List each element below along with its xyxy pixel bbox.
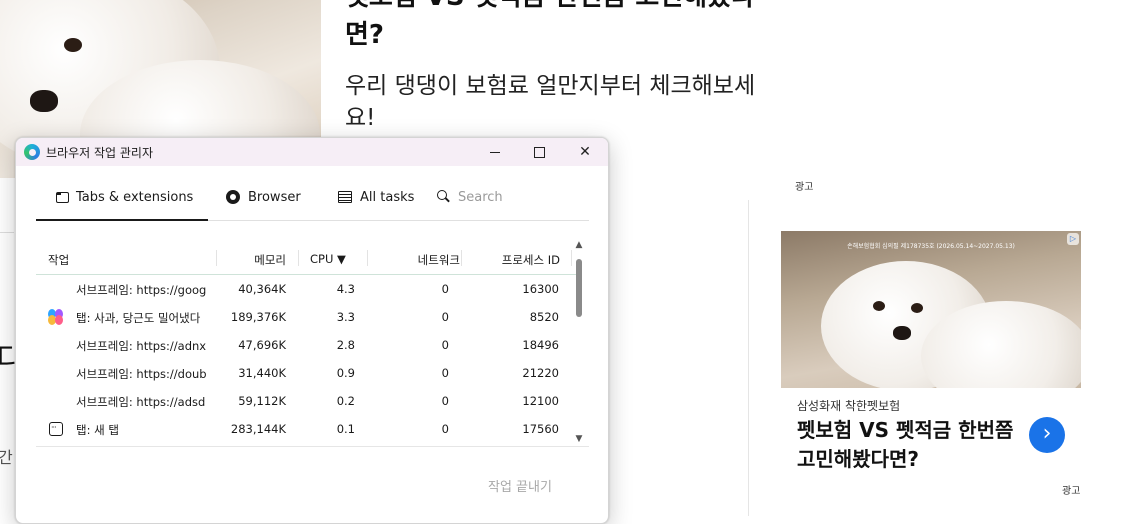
scroll-thumb[interactable] bbox=[576, 259, 582, 317]
column-pid[interactable]: 프로세스 ID bbox=[464, 252, 560, 268]
task-memory: 31,440K bbox=[238, 366, 286, 380]
table-row[interactable]: 서브프레임: https://goog 40,364K 4.3 0 16300 bbox=[36, 275, 576, 303]
minimize-button[interactable] bbox=[472, 138, 518, 166]
tab-label: All tasks bbox=[360, 190, 415, 205]
task-network: 0 bbox=[441, 422, 449, 436]
table-row[interactable]: 탭: 새 탭 283,144K 0.1 0 17560 bbox=[36, 415, 576, 443]
row-icon bbox=[48, 281, 64, 297]
tab-all-tasks[interactable]: All tasks bbox=[338, 178, 433, 220]
task-cpu: 4.3 bbox=[336, 282, 355, 296]
task-memory: 189,376K bbox=[230, 310, 286, 324]
article-subtitle[interactable]: 우리 댕댕이 보험료 얼만지부터 체크해보세요! bbox=[345, 70, 785, 134]
task-memory: 59,112K bbox=[238, 394, 286, 408]
search-placeholder: Search bbox=[458, 190, 503, 205]
title-bar[interactable]: 브라우저 작업 관리자 ✕ bbox=[16, 138, 608, 166]
task-table: 작업 메모리 CPU ▼ 네트워크 프로세스 ID 서브프레임: https:/… bbox=[36, 244, 589, 447]
ad-choices-icon[interactable]: ▷ bbox=[1067, 233, 1079, 245]
task-name: 탭: 새 탭 bbox=[76, 423, 119, 437]
column-memory[interactable]: 메모리 bbox=[216, 252, 286, 268]
ad-headline[interactable]: 펫보험 VS 펫적금 한번쯤 고민해봤다면? bbox=[797, 416, 1017, 474]
close-button[interactable]: ✕ bbox=[562, 138, 608, 166]
close-icon: ✕ bbox=[579, 144, 591, 160]
scroll-up-icon[interactable]: ▲ bbox=[573, 239, 585, 251]
edge-logo-icon bbox=[24, 144, 40, 160]
vertical-scrollbar[interactable]: ▲ ▼ bbox=[573, 239, 585, 446]
task-network: 0 bbox=[441, 282, 449, 296]
article-title[interactable]: 펫보험 VS 펫적금 한번쯤 고민해봤다면? bbox=[345, 0, 785, 54]
task-pid: 16300 bbox=[522, 282, 559, 296]
task-name: 서브프레임: https://adnx bbox=[76, 339, 206, 353]
task-network: 0 bbox=[441, 338, 449, 352]
search-icon bbox=[437, 190, 447, 200]
browser-task-manager-window: 브라우저 작업 관리자 ✕ Tabs & extensions Browser … bbox=[15, 137, 609, 524]
table-header: 작업 메모리 CPU ▼ 네트워크 프로세스 ID bbox=[36, 244, 576, 275]
scroll-down-icon[interactable]: ▼ bbox=[573, 433, 585, 445]
ad-brand[interactable]: 삼성화재 착한펫보험 bbox=[797, 397, 900, 414]
row-icon bbox=[48, 365, 64, 381]
ad-label: 광고 bbox=[795, 182, 814, 193]
column-cpu[interactable]: CPU ▼ bbox=[310, 252, 346, 266]
task-cpu: 0.2 bbox=[336, 394, 355, 408]
row-icon bbox=[48, 393, 64, 409]
maximize-icon bbox=[534, 147, 545, 158]
edge-icon bbox=[226, 190, 240, 204]
table-row[interactable]: 서브프레임: https://doub 31,440K 0.9 0 21220 bbox=[36, 359, 576, 387]
column-network[interactable]: 네트워크 bbox=[366, 252, 460, 268]
task-network: 0 bbox=[441, 366, 449, 380]
task-pid: 21220 bbox=[522, 366, 559, 380]
end-task-button[interactable]: 작업 끝내기 bbox=[488, 476, 552, 495]
search-input[interactable]: Search bbox=[436, 178, 576, 220]
divider bbox=[36, 446, 589, 447]
task-network: 0 bbox=[441, 394, 449, 408]
task-memory: 47,696K bbox=[238, 338, 286, 352]
tab-icon bbox=[56, 192, 69, 203]
tab-bar: Tabs & extensions Browser All tasks Sear… bbox=[36, 178, 589, 221]
chevron-right-icon[interactable]: › bbox=[1029, 417, 1065, 453]
task-cpu: 2.8 bbox=[336, 338, 355, 352]
ad-dog-image[interactable]: 손해보험협회 심의필 제178735호 (2026.05.14~2027.05.… bbox=[781, 231, 1081, 388]
task-cpu: 0.9 bbox=[336, 366, 355, 380]
column-divider bbox=[748, 200, 749, 516]
table-row[interactable]: 서브프레임: https://adsd 59,112K 0.2 0 12100 bbox=[36, 387, 576, 415]
task-name: 탭: 사과, 당근도 밀어냈다 bbox=[76, 311, 201, 325]
task-network: 0 bbox=[441, 310, 449, 324]
tab-label: Browser bbox=[248, 190, 301, 205]
task-memory: 283,144K bbox=[230, 422, 286, 436]
task-cpu: 0.1 bbox=[336, 422, 355, 436]
task-name: 서브프레임: https://adsd bbox=[76, 395, 206, 409]
minimize-icon bbox=[490, 152, 500, 153]
table-row[interactable]: 서브프레임: https://adnx 47,696K 2.8 0 18496 bbox=[36, 331, 576, 359]
ad-disclaimer: 손해보험협회 심의필 제178735호 (2026.05.14~2027.05.… bbox=[847, 243, 1015, 250]
task-pid: 8520 bbox=[529, 310, 559, 324]
list-icon bbox=[338, 191, 352, 203]
task-cpu: 3.3 bbox=[336, 310, 355, 324]
table-body: 서브프레임: https://goog 40,364K 4.3 0 16300 … bbox=[36, 275, 576, 447]
new-tab-icon bbox=[48, 421, 64, 437]
tab-browser[interactable]: Browser bbox=[226, 178, 326, 220]
table-row[interactable]: 탭: 사과, 당근도 밀어냈다 189,376K 3.3 0 8520 bbox=[36, 303, 576, 331]
task-name: 서브프레임: https://doub bbox=[76, 367, 206, 381]
partial-text: 간 bbox=[0, 448, 13, 467]
maximize-button[interactable] bbox=[516, 138, 562, 166]
divider bbox=[0, 232, 14, 233]
tab-label: Tabs & extensions bbox=[76, 190, 194, 205]
task-pid: 18496 bbox=[522, 338, 559, 352]
window-title: 브라우저 작업 관리자 bbox=[46, 146, 153, 160]
task-name: 서브프레임: https://goog bbox=[76, 283, 206, 297]
ad-label-bottom: 광고 bbox=[1062, 486, 1081, 497]
column-task[interactable]: 작업 bbox=[48, 252, 69, 268]
copilot-icon bbox=[48, 309, 64, 325]
row-icon bbox=[48, 337, 64, 353]
task-memory: 40,364K bbox=[238, 282, 286, 296]
tab-tabs-extensions[interactable]: Tabs & extensions bbox=[36, 178, 208, 221]
task-pid: 17560 bbox=[522, 422, 559, 436]
task-pid: 12100 bbox=[522, 394, 559, 408]
